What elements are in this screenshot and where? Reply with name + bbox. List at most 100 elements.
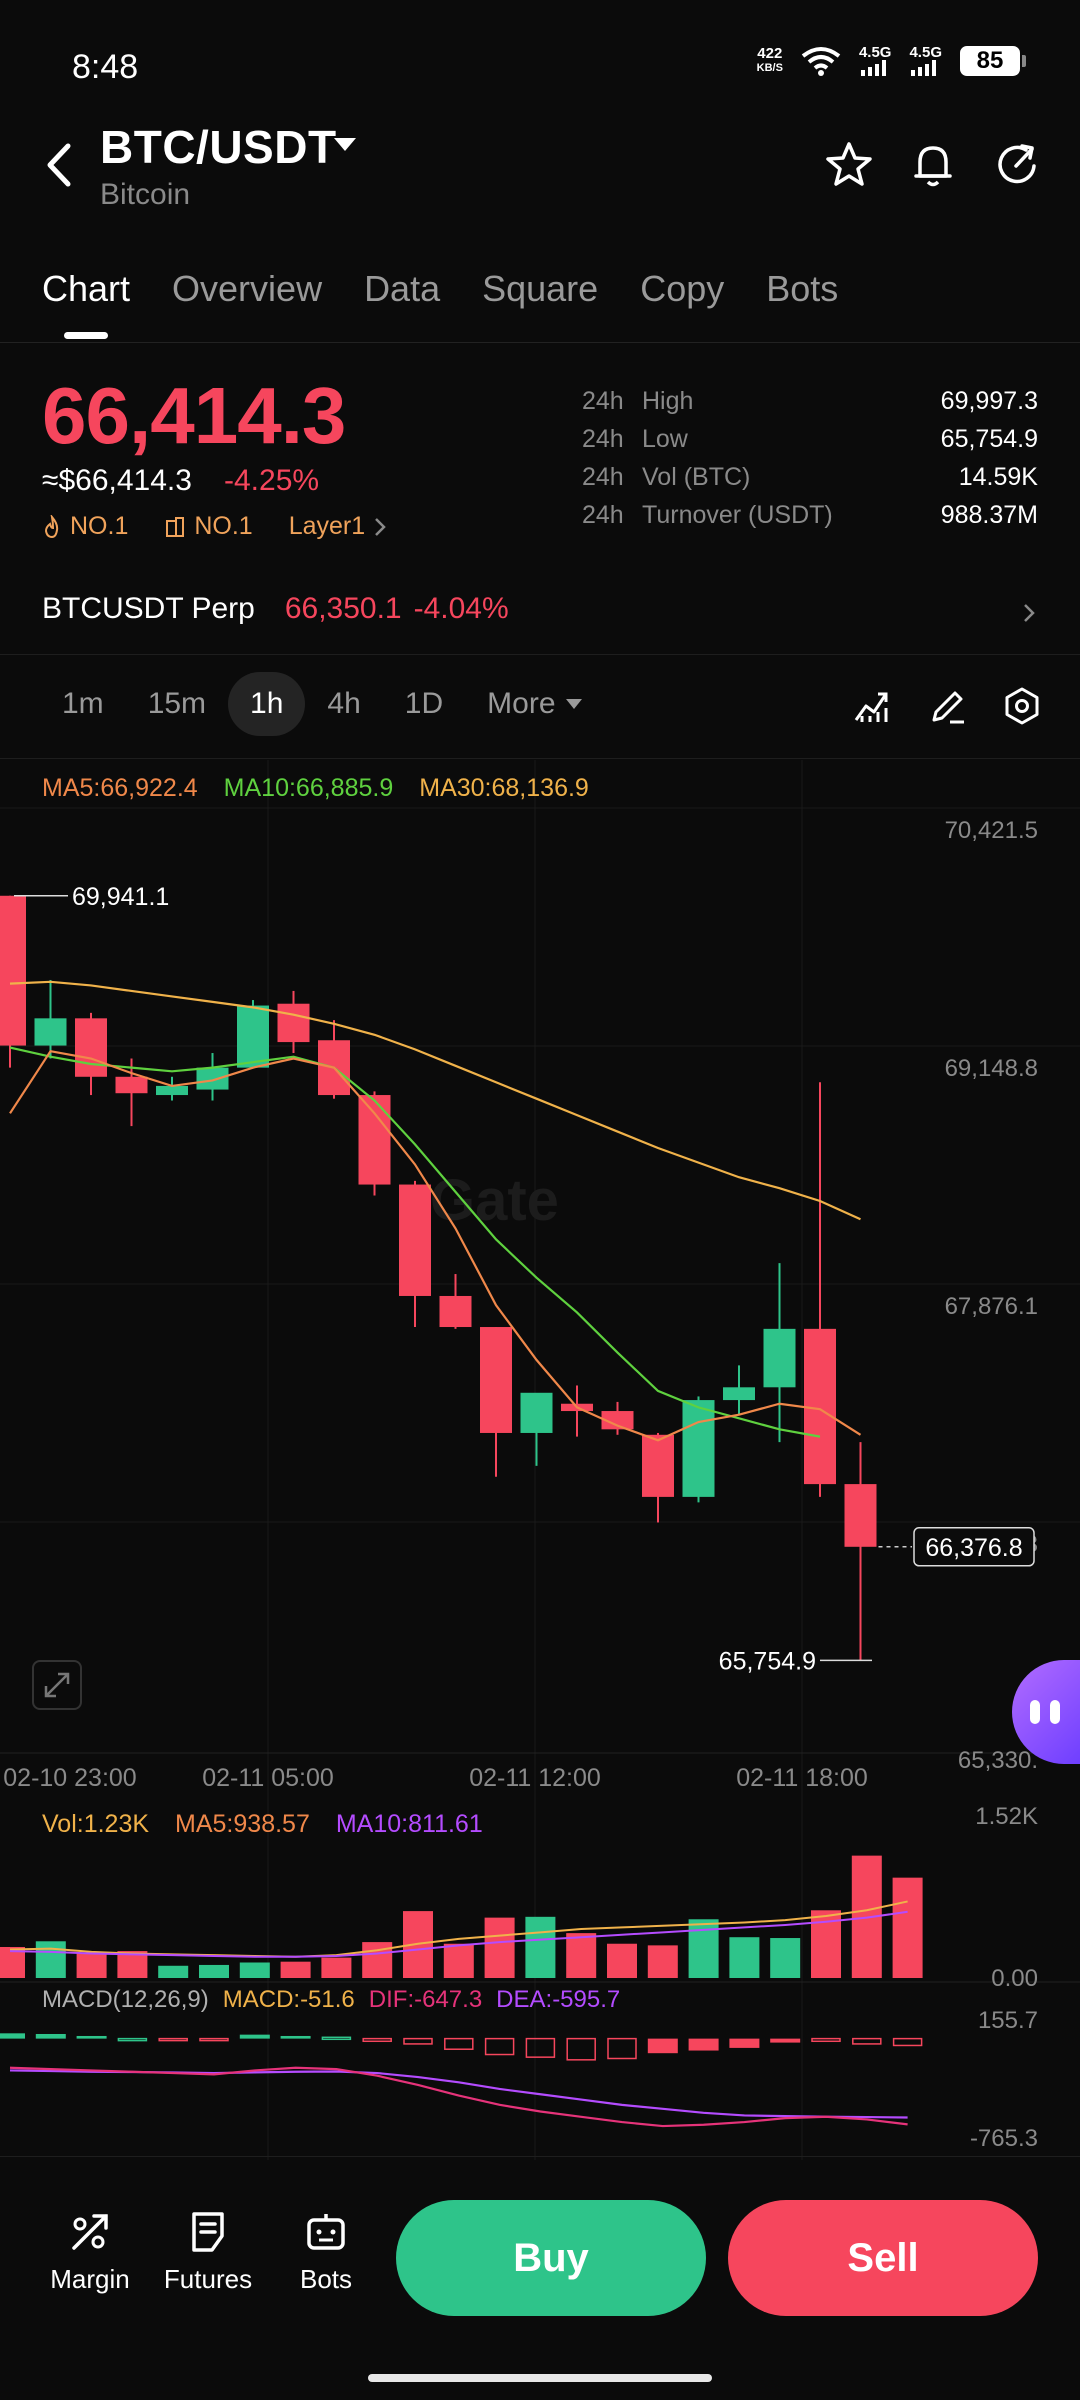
volume-bar: [362, 1942, 393, 1978]
volume-bar: [525, 1916, 556, 1978]
bell-icon[interactable]: [908, 140, 958, 190]
category-tag[interactable]: Layer1: [289, 512, 387, 541]
macd-histogram-bar: [280, 2035, 311, 2039]
interval-15m[interactable]: 15m: [126, 672, 228, 736]
tab-data[interactable]: Data: [364, 268, 440, 310]
nav-margin[interactable]: Margin: [40, 2210, 140, 2295]
perp-name: BTCUSDT Perp: [42, 592, 255, 625]
volume-bar: [280, 1961, 311, 1978]
volume-bar: [158, 1965, 189, 1978]
macd-tick-label: -765.3: [970, 2125, 1038, 2152]
macd-histogram-bar: [852, 2037, 882, 2045]
interval-4h[interactable]: 4h: [305, 672, 382, 736]
back-button[interactable]: [38, 140, 78, 190]
status-time: 8:48: [72, 48, 139, 86]
home-indicator[interactable]: [368, 2374, 712, 2382]
fullscreen-button[interactable]: [32, 1660, 82, 1710]
interval-1d[interactable]: 1D: [383, 672, 465, 736]
star-icon[interactable]: [824, 140, 874, 190]
wifi-icon: [801, 47, 841, 76]
price-change: -4.25%: [224, 464, 320, 497]
indicator-icon[interactable]: [852, 686, 892, 726]
interval-1h[interactable]: 1h: [228, 672, 306, 736]
caret-down-icon[interactable]: [334, 138, 356, 151]
current-price-label: 66,376.8: [925, 1534, 1022, 1562]
signal-2: 4.5G: [909, 45, 942, 76]
interval-more[interactable]: More: [465, 672, 603, 736]
volume-bar: [770, 1938, 801, 1978]
candle-body: [0, 895, 26, 1046]
vol-ma5-legend: MA5:938.57: [175, 1810, 310, 1838]
tab-overview[interactable]: Overview: [172, 268, 322, 310]
macd-title: MACD(12,26,9): [42, 1986, 209, 2013]
hot-rank[interactable]: NO.1: [42, 512, 128, 541]
price-tick-label: 67,876.1: [945, 1293, 1038, 1320]
nav-bots[interactable]: Bots: [276, 2210, 376, 2295]
high-marker-label: 69,941.1: [72, 883, 169, 911]
vol-ma10-legend: MA10:811.61: [335, 1810, 483, 1838]
stats-24h: 24h High 69,997.3 24h Low 65,754.9 24h Vol (B…: [582, 382, 1038, 534]
candle-body: [358, 1095, 391, 1185]
dif-value: DIF:-647.3: [368, 1986, 483, 2013]
candle-body: [196, 1067, 229, 1090]
candle-body: [399, 1184, 431, 1296]
volume-tick-label: 1.52K: [975, 1803, 1038, 1830]
net-speed-unit: KB/S: [756, 62, 783, 74]
macd-histogram-bar: [607, 2037, 637, 2060]
time-tick-label: 02-11 05:00: [202, 1764, 334, 1792]
buy-button[interactable]: Buy: [396, 2200, 706, 2316]
volume-bar: [566, 1933, 597, 1978]
tab-bots[interactable]: Bots: [766, 268, 838, 310]
status-indicators: 422 KB/S 4.5G 4.5G 85: [757, 45, 1026, 76]
settings-icon[interactable]: [1002, 686, 1042, 726]
price-chart[interactable]: Gate 70,421.569,148.867,876.166,603.365,…: [0, 760, 1080, 2160]
draw-pencil-icon[interactable]: [928, 686, 968, 726]
perp-price: 66,350.1: [284, 592, 402, 625]
interval-bar: 1m 15m 1h 4h 1D More: [40, 672, 604, 736]
tab-square[interactable]: Square: [482, 268, 598, 310]
assistant-eye-icon: [1030, 1700, 1040, 1724]
macd-histogram-bar: [444, 2037, 474, 2050]
nav-futures[interactable]: Futures: [158, 2210, 258, 2295]
stat-low: 24h Low 65,754.9: [582, 424, 1038, 453]
tab-chart[interactable]: Chart: [42, 268, 130, 310]
fiat-price: ≈$66,414.3: [42, 464, 192, 497]
tab-copy[interactable]: Copy: [640, 268, 724, 310]
volume-bar: [443, 1943, 474, 1978]
candle-body: [277, 1003, 310, 1043]
pair-selector[interactable]: BTC/USDT: [100, 120, 337, 174]
macd-histogram-bar: [0, 2033, 25, 2039]
sell-button[interactable]: Sell: [728, 2200, 1038, 2316]
building-icon: [166, 516, 185, 537]
time-tick-label: 02-10 23:00: [3, 1764, 136, 1792]
signal-bars-icon: [911, 60, 937, 76]
macd-tick-label: 155.7: [978, 2007, 1038, 2034]
market-cap-rank[interactable]: NO.1: [164, 512, 253, 541]
volume-bar: [729, 1937, 760, 1978]
macd-histogram-bar: [76, 2035, 107, 2039]
time-tick-label: 02-11 12:00: [469, 1764, 601, 1792]
candlestick-series: [0, 895, 877, 1661]
share-icon[interactable]: [992, 140, 1042, 190]
net-speed: 422 KB/S: [757, 46, 783, 76]
chevron-right-icon: [375, 517, 386, 536]
stat-high: 24h High 69,997.3: [582, 386, 1038, 415]
candle-body: [237, 1005, 269, 1068]
bots-icon: [307, 2214, 345, 2250]
macd-histogram-bar: [239, 2034, 270, 2039]
ma10-legend: MA10:66,885.9: [223, 774, 394, 802]
divider: [0, 342, 1080, 343]
divider: [0, 758, 1080, 759]
interval-1m[interactable]: 1m: [40, 672, 126, 736]
macd-histogram-bar: [525, 2037, 556, 2058]
ma5-legend: MA5:66,922.4: [42, 774, 198, 802]
net-speed-value: 422: [757, 45, 783, 62]
macd-histogram-bar: [199, 2037, 229, 2042]
last-price: 66,414.3: [42, 371, 346, 460]
perp-link[interactable]: BTCUSDT Perp 66,350.1 -4.04%: [42, 592, 509, 626]
chevron-right-icon[interactable]: [1020, 598, 1040, 628]
caret-down-icon: [565, 699, 582, 709]
macd-histogram-bar: [770, 2038, 801, 2043]
candle-body: [682, 1400, 715, 1497]
tab-bar: Chart Overview Data Square Copy Bots: [42, 268, 838, 310]
